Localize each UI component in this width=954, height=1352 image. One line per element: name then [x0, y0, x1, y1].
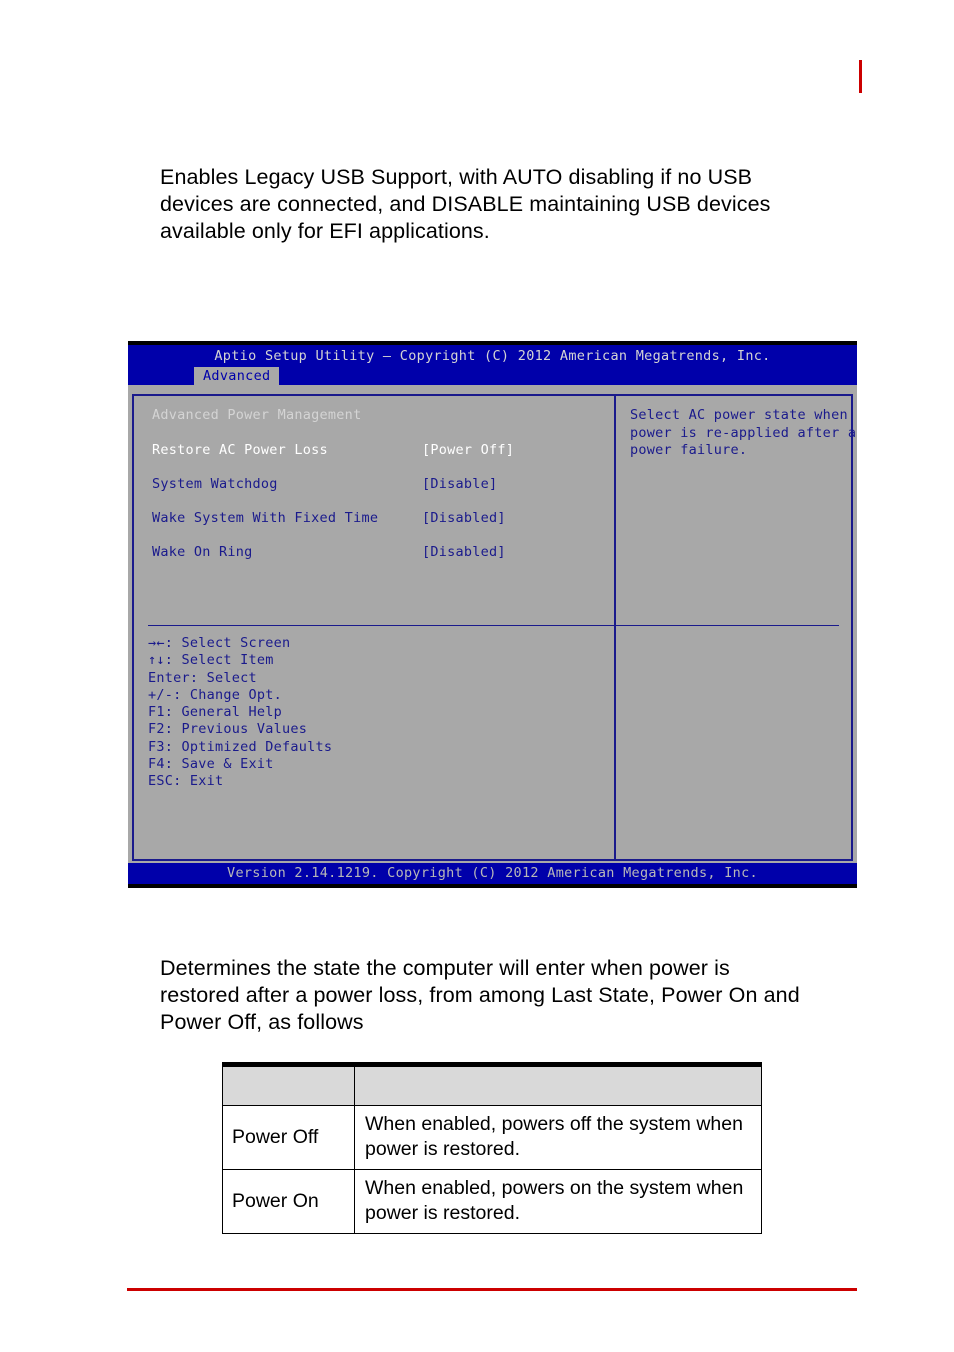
paragraph-line: Determines the state the computer will e…	[160, 956, 730, 980]
setting-row-restore-ac-power-loss[interactable]: Restore AC Power Loss [Power Off]	[152, 442, 614, 458]
setting-value[interactable]: [Disabled]	[422, 544, 506, 560]
setting-row-wake-on-ring[interactable]: Wake On Ring [Disabled]	[152, 544, 614, 560]
setting-value[interactable]: [Disable]	[422, 476, 497, 492]
nav-key-f3-optimized-defaults: F3: Optimized Defaults	[148, 738, 333, 755]
bios-setup-screenshot: Aptio Setup Utility – Copyright (C) 2012…	[128, 341, 857, 888]
bios-version-footer: Version 2.14.1219. Copyright (C) 2012 Am…	[128, 863, 857, 884]
nav-key-f2-previous-values: F2: Previous Values	[148, 721, 308, 738]
nav-key-enter-select: Enter: Select	[148, 669, 257, 686]
table-row: Power On When enabled, powers on the sys…	[222, 1169, 762, 1234]
setting-label: Restore AC Power Loss	[152, 442, 328, 458]
help-text-line: power is re-applied after a	[630, 424, 857, 441]
nav-key-f1-general-help: F1: General Help	[148, 704, 283, 721]
paragraph-restore-ac-power-loss: Determines the state the computer will e…	[160, 955, 824, 1036]
paragraph-line: available only for EFI applications.	[160, 219, 490, 243]
paragraph-line: Enables Legacy USB Support, with AUTO di…	[160, 165, 753, 189]
paragraph-line: restored after a power loss, from among …	[160, 983, 800, 1007]
setting-row-system-watchdog[interactable]: System Watchdog [Disable]	[152, 476, 614, 492]
help-text-line: power failure.	[630, 442, 748, 458]
paragraph-legacy-usb-support: Enables Legacy USB Support, with AUTO di…	[160, 164, 824, 245]
table-cell-description: When enabled, powers off the system when…	[354, 1105, 762, 1170]
nav-key-f4-save-exit: F4: Save & Exit	[148, 756, 274, 773]
settings-section-heading: Advanced Power Management	[152, 407, 362, 423]
setting-value[interactable]: [Power Off]	[422, 442, 514, 458]
table-header-description	[354, 1062, 762, 1106]
table-row: Power Off When enabled, powers off the s…	[222, 1105, 762, 1170]
setting-label: Wake On Ring	[152, 544, 253, 560]
bios-tab-strip: Advanced	[128, 367, 857, 385]
bios-help-panel: Select AC power state when power is re-a…	[616, 396, 857, 859]
tab-advanced[interactable]: Advanced	[194, 367, 280, 385]
nav-key-esc-exit: ESC: Exit	[148, 773, 224, 790]
paragraph-line: devices are connected, and DISABLE maint…	[160, 192, 771, 216]
setting-label: System Watchdog	[152, 476, 278, 492]
bios-screen: Aptio Setup Utility – Copyright (C) 2012…	[128, 345, 857, 884]
setting-row-wake-system-with-fixed-time[interactable]: Wake System With Fixed Time [Disabled]	[152, 510, 614, 526]
table-header-row	[222, 1062, 762, 1106]
power-options-table: Power Off When enabled, powers off the s…	[222, 1062, 762, 1234]
bios-title-bar: Aptio Setup Utility – Copyright (C) 2012…	[128, 345, 857, 367]
bios-help-divider	[148, 625, 839, 626]
nav-key-change-opt: +/-: Change Opt.	[148, 686, 283, 703]
bios-content-frame: Advanced Power Management Restore AC Pow…	[132, 394, 857, 861]
page-edge-marker	[859, 60, 862, 93]
setting-label: Wake System With Fixed Time	[152, 510, 379, 526]
page-footer-rule	[127, 1288, 857, 1291]
help-text-line: Select AC power state when	[630, 407, 848, 423]
table-cell-option: Power On	[222, 1169, 355, 1234]
table-header-option	[222, 1062, 355, 1106]
nav-key-select-screen: →←: Select Screen	[148, 635, 291, 651]
paragraph-line: Power Off, as follows	[160, 1010, 364, 1034]
setting-value[interactable]: [Disabled]	[422, 510, 506, 526]
nav-key-select-item: ↑↓: Select Item	[148, 652, 274, 669]
table-cell-option: Power Off	[222, 1105, 355, 1170]
bios-navigation-keys: →←: Select Screen ↑↓: Select Item Enter:…	[148, 635, 332, 791]
table-cell-description: When enabled, powers on the system when …	[354, 1169, 762, 1234]
